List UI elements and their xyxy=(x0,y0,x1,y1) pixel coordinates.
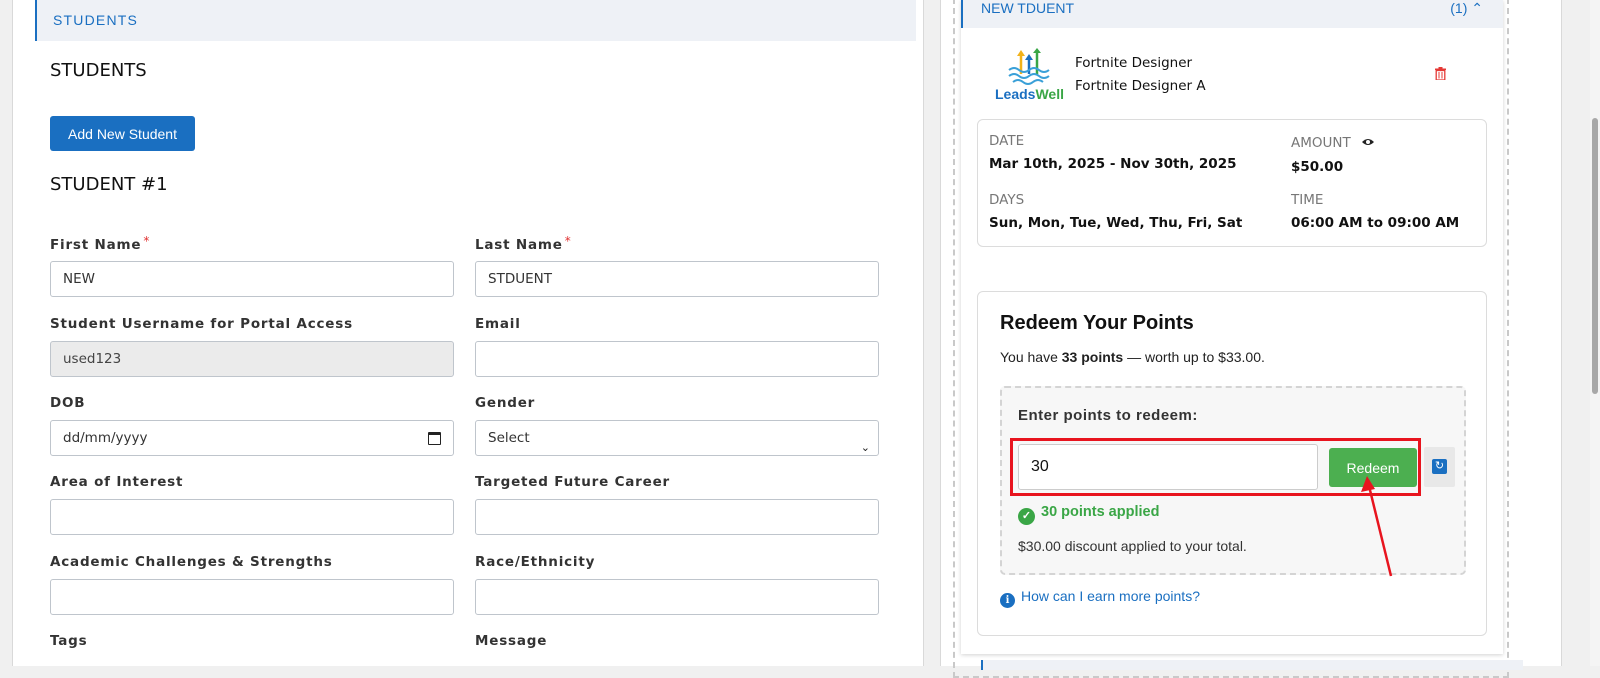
redeem-title: Redeem Your Points xyxy=(1000,312,1194,334)
tags-label: Tags xyxy=(50,633,88,649)
page-scrollbar[interactable] xyxy=(1590,0,1600,666)
gender-select[interactable]: Select ⌄ xyxy=(475,420,879,456)
program-subname: Fortnite Designer A xyxy=(1075,78,1206,94)
date-label: DATE xyxy=(989,133,1025,149)
race-input[interactable] xyxy=(475,579,879,615)
enrollment-details: DATE Mar 10th, 2025 - Nov 30th, 2025 AMO… xyxy=(977,119,1487,247)
card-header[interactable]: NEW TDUENT (1) ⌃ xyxy=(961,0,1503,28)
time-label: TIME xyxy=(1291,192,1324,208)
days-value: Sun, Mon, Tue, Wed, Thu, Fri, Sat xyxy=(989,215,1243,231)
area-of-interest-label: Area of Interest xyxy=(50,474,184,490)
student-enrollment-card: NEW TDUENT (1) ⌃ LeadsWell Fortnite Desi… xyxy=(961,0,1523,670)
page-title: STUDENTS xyxy=(50,60,147,81)
refresh-button[interactable]: ↻ xyxy=(1424,447,1455,487)
area-of-interest-input[interactable] xyxy=(50,499,454,535)
section-header-label: STUDENTS xyxy=(53,12,139,28)
points-balance: 33 points xyxy=(1061,349,1124,365)
dob-input[interactable]: dd/mm/yyyy xyxy=(50,420,454,456)
date-value: Mar 10th, 2025 - Nov 30th, 2025 xyxy=(989,156,1237,172)
days-label: DAYS xyxy=(989,192,1025,208)
amount-label: AMOUNT xyxy=(1291,135,1375,151)
earn-more-points-link[interactable]: i How can I earn more points? xyxy=(1000,588,1200,608)
logo-text: LeadsWell xyxy=(995,86,1064,102)
message-label: Message xyxy=(475,633,548,649)
students-section-header[interactable]: STUDENTS xyxy=(35,0,916,41)
trash-icon[interactable] xyxy=(1435,67,1446,80)
points-balance-text: You have 33 points — worth up to $33.00. xyxy=(1000,349,1265,365)
logo-graphic xyxy=(1008,48,1050,85)
amount-value: $50.00 xyxy=(1291,159,1344,175)
card-count: (1) ⌃ xyxy=(1450,0,1483,16)
enter-points-label: Enter points to redeem: xyxy=(1018,407,1198,424)
scrollbar-thumb[interactable] xyxy=(1592,118,1598,394)
first-name-input[interactable]: NEW xyxy=(50,261,454,297)
check-circle-icon: ✓ xyxy=(1018,508,1035,525)
student-heading: STUDENT #1 xyxy=(50,174,168,195)
required-marker: * xyxy=(143,234,151,248)
info-icon: i xyxy=(1000,593,1015,608)
academic-input[interactable] xyxy=(50,579,454,615)
next-card-header xyxy=(981,660,1523,670)
email-input[interactable] xyxy=(475,341,879,377)
last-name-label: Last Name * xyxy=(475,234,572,253)
career-input[interactable] xyxy=(475,499,879,535)
add-new-student-button[interactable]: Add New Student xyxy=(50,116,195,151)
cart-panel: NEW TDUENT (1) ⌃ LeadsWell Fortnite Desi… xyxy=(940,0,1562,678)
redeem-input-area: Enter points to redeem: 30 Redeem ↻ ✓ 30 … xyxy=(1000,386,1466,575)
eye-icon[interactable] xyxy=(1361,137,1375,147)
card-student-name: NEW TDUENT xyxy=(981,0,1075,16)
redeem-points-section: Redeem Your Points You have 33 points — … xyxy=(977,291,1487,636)
dob-label: DOB xyxy=(50,395,86,411)
leadswell-logo: LeadsWell xyxy=(991,48,1071,103)
highlight-box xyxy=(1010,438,1421,496)
gender-selected-value: Select xyxy=(488,430,530,446)
academic-label: Academic Challenges & Strengths xyxy=(50,554,333,570)
email-label: Email xyxy=(475,316,521,332)
discount-message: $30.00 discount applied to your total. xyxy=(1018,538,1247,554)
username-label: Student Username for Portal Access xyxy=(50,316,353,332)
chevron-up-icon[interactable]: ⌃ xyxy=(1471,0,1483,16)
time-value: 06:00 AM to 09:00 AM xyxy=(1291,215,1460,231)
program-name: Fortnite Designer xyxy=(1075,55,1193,71)
calendar-icon[interactable] xyxy=(428,432,441,445)
last-name-input[interactable]: STDUENT xyxy=(475,261,879,297)
race-label: Race/Ethnicity xyxy=(475,554,596,570)
student-form-panel: STUDENTS STUDENTS Add New Student STUDEN… xyxy=(12,0,924,666)
chevron-down-icon: ⌄ xyxy=(860,441,870,454)
first-name-label: First Name * xyxy=(50,234,151,253)
username-input: used123 xyxy=(50,341,454,377)
gender-label: Gender xyxy=(475,395,536,411)
dob-placeholder: dd/mm/yyyy xyxy=(63,430,148,446)
career-label: Targeted Future Career xyxy=(475,474,671,490)
points-applied-status: ✓ 30 points applied xyxy=(1018,504,1159,525)
refresh-icon: ↻ xyxy=(1432,459,1447,474)
required-marker: * xyxy=(564,234,572,248)
